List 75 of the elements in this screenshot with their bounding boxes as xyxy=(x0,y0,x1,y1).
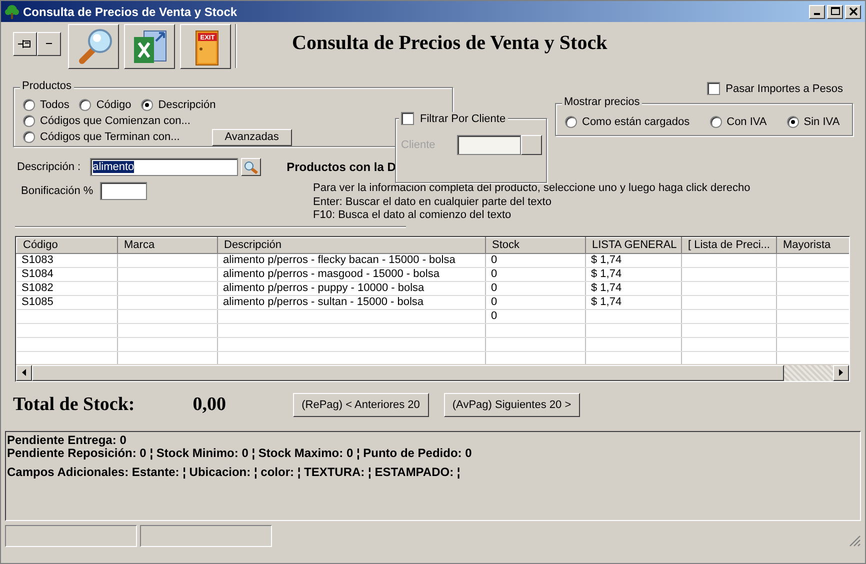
spreadsheet-export-button[interactable] xyxy=(124,24,175,69)
help-text: Para ver la informacion completa del producto, seleccione uno y luego haga click derecho xyxy=(313,182,752,196)
table-cell: $ 1,74 xyxy=(586,295,682,309)
table-cell: 0 xyxy=(486,253,586,267)
discount-field[interactable] xyxy=(100,182,148,200)
radio-option[interactable]: Con IVA xyxy=(710,116,767,128)
radio-option[interactable]: Sin IVA xyxy=(786,116,840,128)
radio-option[interactable]: Código xyxy=(79,99,132,111)
tree-icon xyxy=(5,4,19,18)
collapse-button[interactable] xyxy=(37,32,61,56)
table-cell: $ 1,74 xyxy=(586,267,682,281)
description-field[interactable]: alimento xyxy=(90,158,238,176)
search-icon xyxy=(242,160,259,174)
help-text: F10: Busca el dato al comienzo del texto xyxy=(313,209,512,222)
table-cell: S1084 xyxy=(16,267,118,281)
radio-option[interactable]: Como están cargados xyxy=(565,116,690,128)
minimize-button[interactable] xyxy=(809,4,825,18)
search-button[interactable] xyxy=(240,158,261,176)
radio-option[interactable]: Códigos que Terminan con... xyxy=(23,131,180,143)
column-header[interactable]: [ Lista de Preci... xyxy=(682,237,776,253)
client-lookup-button[interactable] xyxy=(521,135,542,155)
paging-button[interactable]: (RePag) < Anteriores 20 xyxy=(292,392,429,416)
table-cell: S1085 xyxy=(16,295,118,309)
window-title: Consulta de Precios de Venta y Stock xyxy=(23,4,238,18)
close-button[interactable] xyxy=(845,4,861,18)
detail-text: Campos Adicionales: Estante: ¦ Ubicacion: ¦ color: ¦ TEXTURA: ¦ ESTAMPADO: ¦ xyxy=(7,466,462,478)
close-icon xyxy=(848,7,858,16)
search-button[interactable] xyxy=(68,24,119,69)
resize-grip-icon xyxy=(849,534,861,546)
maximize-button[interactable] xyxy=(827,4,843,18)
table-cell: $ 1,74 xyxy=(586,281,682,295)
paging-button[interactable]: (AvPag) Siguientes 20 > xyxy=(444,392,580,416)
scroll-left-button[interactable] xyxy=(16,364,32,380)
table-cell: S1082 xyxy=(16,281,118,295)
minus-icon xyxy=(46,43,52,45)
results-heading: Productos con la D xyxy=(286,160,396,174)
table-cell: alimento p/perros - masgood - 15000 - bolsa xyxy=(218,267,486,281)
table-cell: 0 xyxy=(486,281,586,295)
pin-button[interactable] xyxy=(13,32,37,56)
radio-option[interactable]: Códigos que Comienzan con... xyxy=(23,115,190,127)
column-header[interactable]: Stock xyxy=(486,237,586,253)
advanced-button[interactable]: Avanzadas xyxy=(212,128,292,146)
client-field[interactable] xyxy=(457,135,522,155)
radio-option[interactable]: Todos xyxy=(23,99,70,111)
table-cell: 0 xyxy=(486,309,586,323)
column-header[interactable]: LISTA GENERAL xyxy=(586,237,682,253)
column-header[interactable]: Código xyxy=(16,237,118,253)
detail-text: Pendiente Entrega: 0 xyxy=(7,434,128,446)
field-label: Descripción : xyxy=(17,161,81,173)
maximize-icon xyxy=(830,7,840,16)
table-cell: 0 xyxy=(486,295,586,309)
group-label: Productos xyxy=(20,80,74,92)
table-cell: $ 1,74 xyxy=(586,253,682,267)
right-arrow-icon xyxy=(839,369,843,376)
total-value: 0,00 xyxy=(192,394,228,416)
scroll-right-button[interactable] xyxy=(833,364,849,380)
column-header[interactable]: Descripción xyxy=(218,237,486,253)
form-heading: Consulta de Precios de Venta y Stock xyxy=(292,32,608,55)
convert-checkbox[interactable]: Pasar Importes a Pesos xyxy=(706,82,843,95)
column-header[interactable]: Marca xyxy=(118,237,218,253)
left-arrow-icon xyxy=(22,369,26,376)
table-cell: 0 xyxy=(486,267,586,281)
radio-option[interactable]: Descripción xyxy=(141,99,216,111)
table-cell: alimento p/perros - puppy - 10000 - bolsa xyxy=(218,281,486,295)
field-label: Bonificación % xyxy=(21,185,94,197)
scrollbar-thumb[interactable] xyxy=(32,364,784,380)
detail-text: Pendiente Reposición: 0 ¦ Stock Minimo: 0 ¦ Stock Maximo: 0 ¦ Punto de Pedido: 0 xyxy=(7,446,473,460)
column-header[interactable]: Mayorista xyxy=(776,237,849,253)
group-label: Mostrar precios xyxy=(562,96,642,108)
table-cell: alimento p/perros - sultan - 15000 - bolsa xyxy=(218,295,486,309)
total-label: Total de Stock: xyxy=(13,394,135,416)
pin-icon xyxy=(18,39,32,49)
table-cell: S1083 xyxy=(16,253,118,267)
table-cell: alimento p/perros - flecky bacan - 15000 - bolsa xyxy=(218,253,486,267)
help-text: Enter: Buscar el dato en cualquier parte del texto xyxy=(313,196,552,209)
